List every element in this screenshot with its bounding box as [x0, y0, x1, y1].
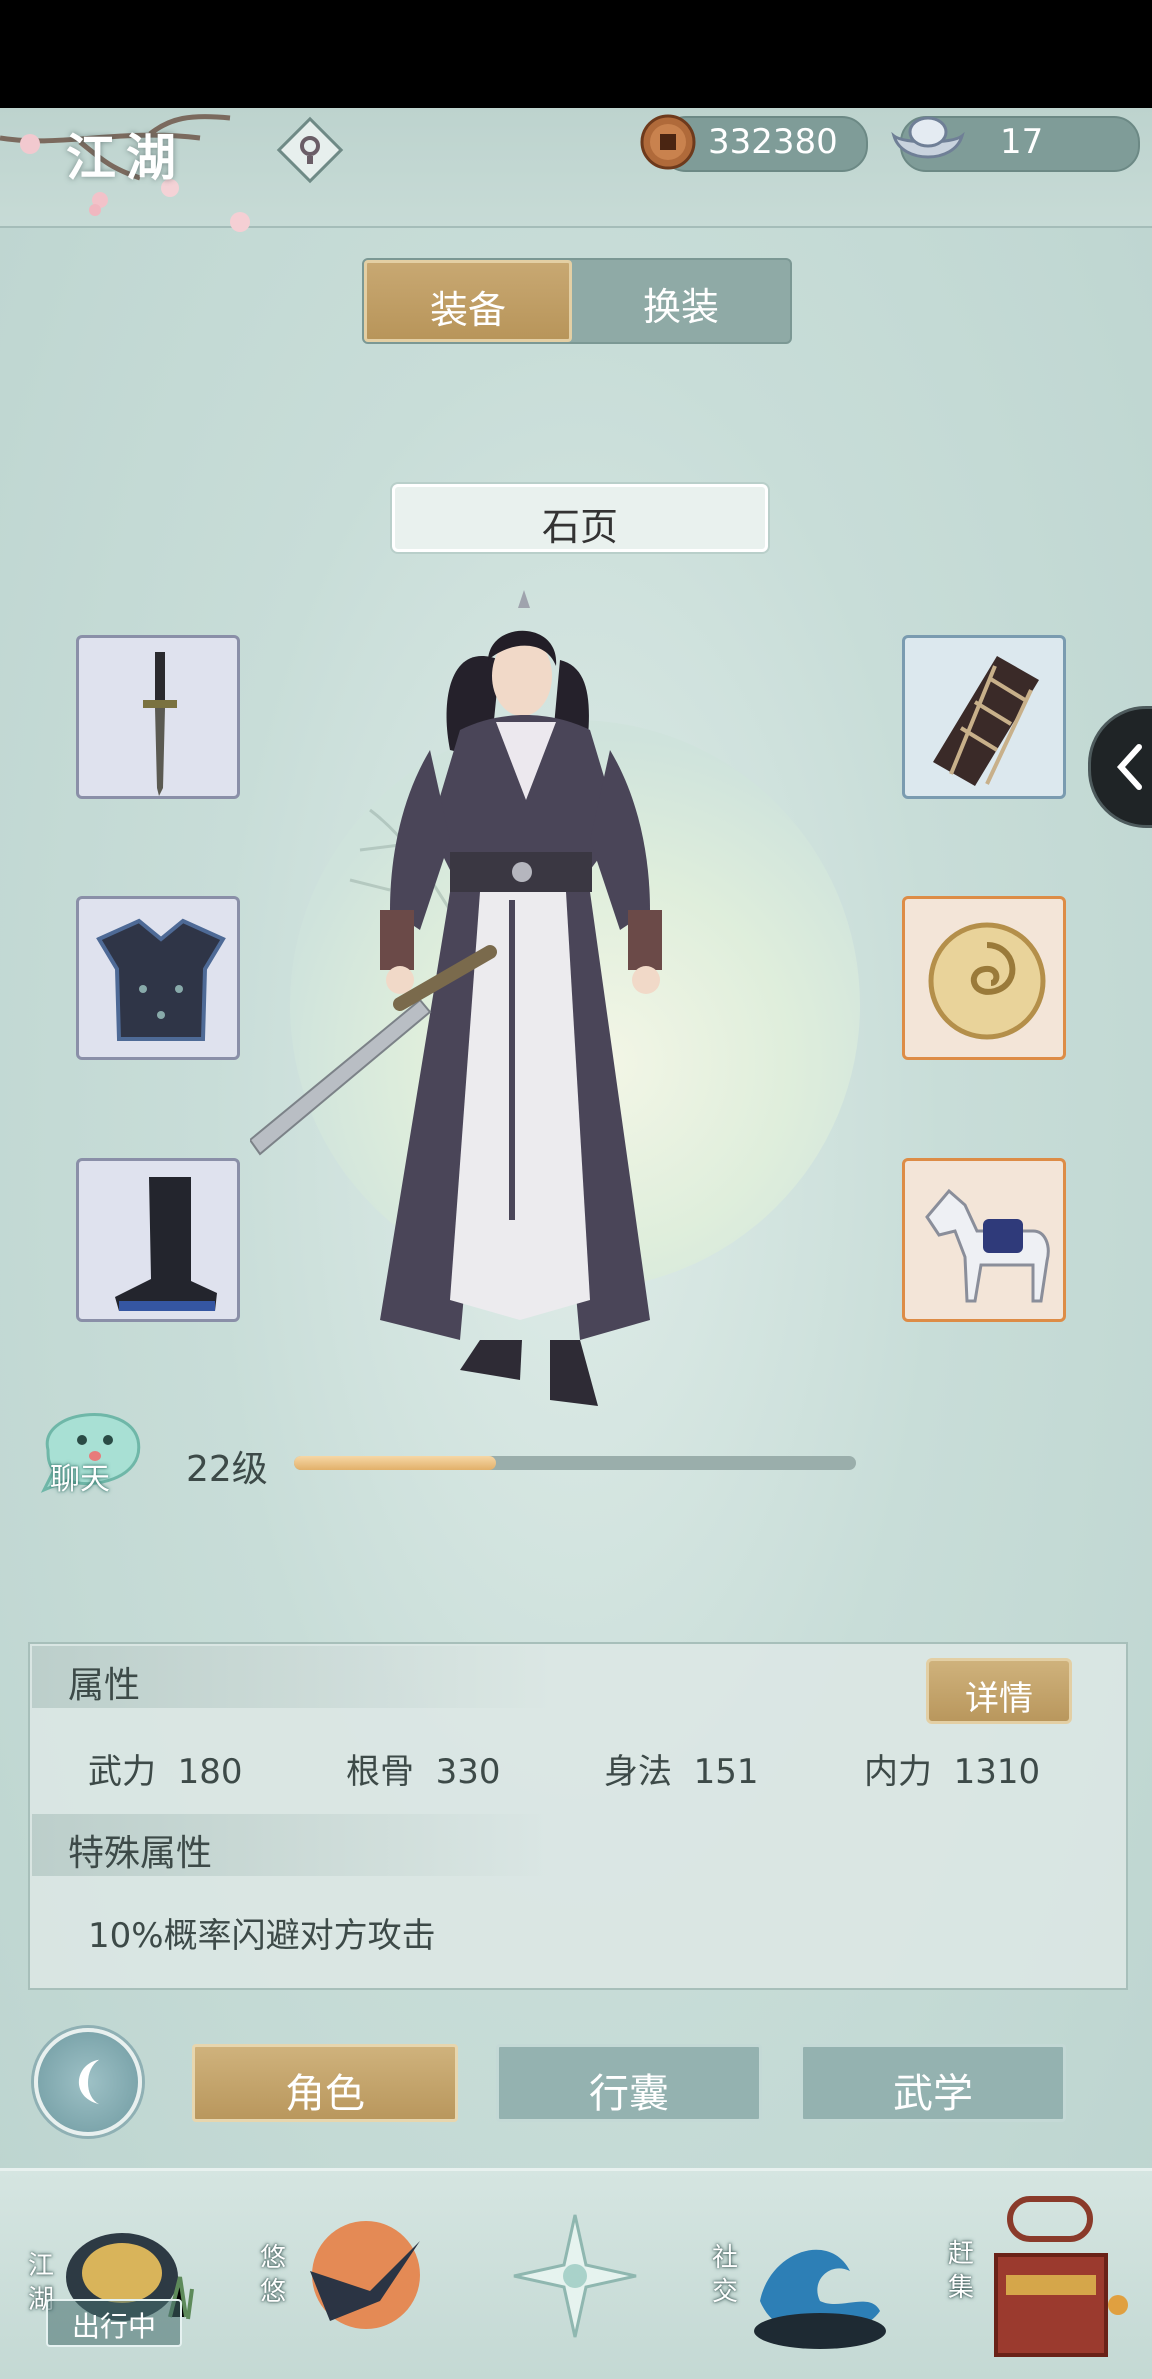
tab-inventory[interactable]: 行囊: [496, 2044, 762, 2122]
ingot-value: 17: [1000, 122, 1044, 162]
stat-name: 内力: [864, 1752, 932, 1792]
bottom-navigation: 江湖 出行中 悠悠 社交 赶集: [0, 2168, 1152, 2379]
top-header: 江湖 332380 17: [0, 108, 1152, 232]
nav-center[interactable]: [500, 2171, 650, 2379]
tab-character[interactable]: 角色: [192, 2044, 458, 2122]
silver-ingot-icon: [891, 116, 965, 159]
tab-martial-arts[interactable]: 武学: [800, 2044, 1066, 2122]
attributes-title: 属性: [68, 1665, 141, 1706]
tab-inventory-label: 行囊: [589, 2071, 669, 2117]
stat-value: 151: [693, 1752, 759, 1792]
back-button[interactable]: [34, 2028, 142, 2136]
nav-youyou[interactable]: 悠悠: [244, 2171, 444, 2379]
nav-ganji[interactable]: 赶集: [930, 2171, 1152, 2379]
slot-accessory[interactable]: [902, 896, 1066, 1060]
bracer-icon: [933, 656, 1039, 786]
traveling-label: 出行中: [71, 2310, 156, 2343]
character-figure: [250, 590, 662, 1406]
slot-mount[interactable]: [902, 1158, 1066, 1322]
wave-icon: [754, 2249, 886, 2349]
slot-weapon[interactable]: [76, 635, 240, 799]
tab-swap-label: 换装: [642, 285, 719, 329]
stat-name: 身法: [604, 1752, 672, 1792]
attributes-panel: 属性 详情 武力 180 根骨 330 身法 151 内力 1310 特殊属性 …: [28, 1642, 1128, 1990]
nav-ganji-label: 赶集: [947, 2239, 974, 2303]
stat-value: 180: [177, 1752, 243, 1792]
copper-coin-icon: [640, 114, 696, 170]
traveling-badge: 出行中: [46, 2299, 182, 2347]
stat-value: 1310: [953, 1752, 1041, 1792]
tab-equip-label: 装备: [429, 288, 506, 332]
armor-icon: [96, 918, 226, 1041]
boots-icon: [115, 1177, 217, 1311]
tab-character-label: 角色: [285, 2071, 365, 2117]
details-button[interactable]: 详情: [926, 1658, 1072, 1724]
nav-jianghu[interactable]: 江湖 出行中: [0, 2171, 220, 2379]
nav-shejiao[interactable]: 社交: [700, 2171, 910, 2379]
experience-bar: [294, 1456, 856, 1470]
experience-fill: [294, 1456, 497, 1470]
tab-equip[interactable]: 装备: [364, 260, 572, 342]
jade-pendant-icon: [928, 922, 1046, 1040]
nav-youyou-label: 悠悠: [259, 2243, 286, 2307]
coin-value: 332380: [708, 122, 838, 162]
stat-name: 武力: [88, 1752, 156, 1792]
stat-neili: 内力 1310: [864, 1744, 1040, 1793]
four-point-star-icon: [513, 2214, 637, 2338]
horse-icon: [925, 1188, 1050, 1303]
chat-label: 聊天: [50, 1462, 110, 1497]
location-title: 江湖: [66, 128, 186, 187]
stat-gengu: 根骨 330: [346, 1744, 501, 1793]
tab-swap-outfit[interactable]: 换装: [572, 260, 790, 342]
stat-shenfa: 身法 151: [604, 1744, 759, 1793]
swallow-icon: [310, 2221, 420, 2329]
details-label: 详情: [965, 1679, 1033, 1719]
stat-value: 330: [435, 1752, 501, 1792]
help-icon[interactable]: [276, 116, 344, 184]
equip-swap-toggle: 装备 换装: [362, 258, 792, 344]
slot-boots[interactable]: [76, 1158, 240, 1322]
special-attribute-text: 10%概率闪避对方攻击: [88, 1916, 436, 1956]
stat-wuli: 武力 180: [88, 1744, 243, 1793]
status-bar: [0, 0, 1152, 108]
slot-bracer[interactable]: [902, 635, 1066, 799]
character-name: 石页: [541, 505, 618, 549]
stat-name: 根骨: [346, 1752, 414, 1792]
character-name-plate: 石页: [392, 484, 768, 552]
slot-armor[interactable]: [76, 896, 240, 1060]
nav-shejiao-label: 社交: [711, 2243, 738, 2307]
sword-icon: [143, 652, 177, 796]
tab-martial-arts-label: 武学: [893, 2071, 973, 2117]
character-level: 22级: [186, 1449, 268, 1490]
special-attributes-title: 特殊属性: [68, 1833, 213, 1874]
market-basket-icon: [994, 2196, 1128, 2357]
